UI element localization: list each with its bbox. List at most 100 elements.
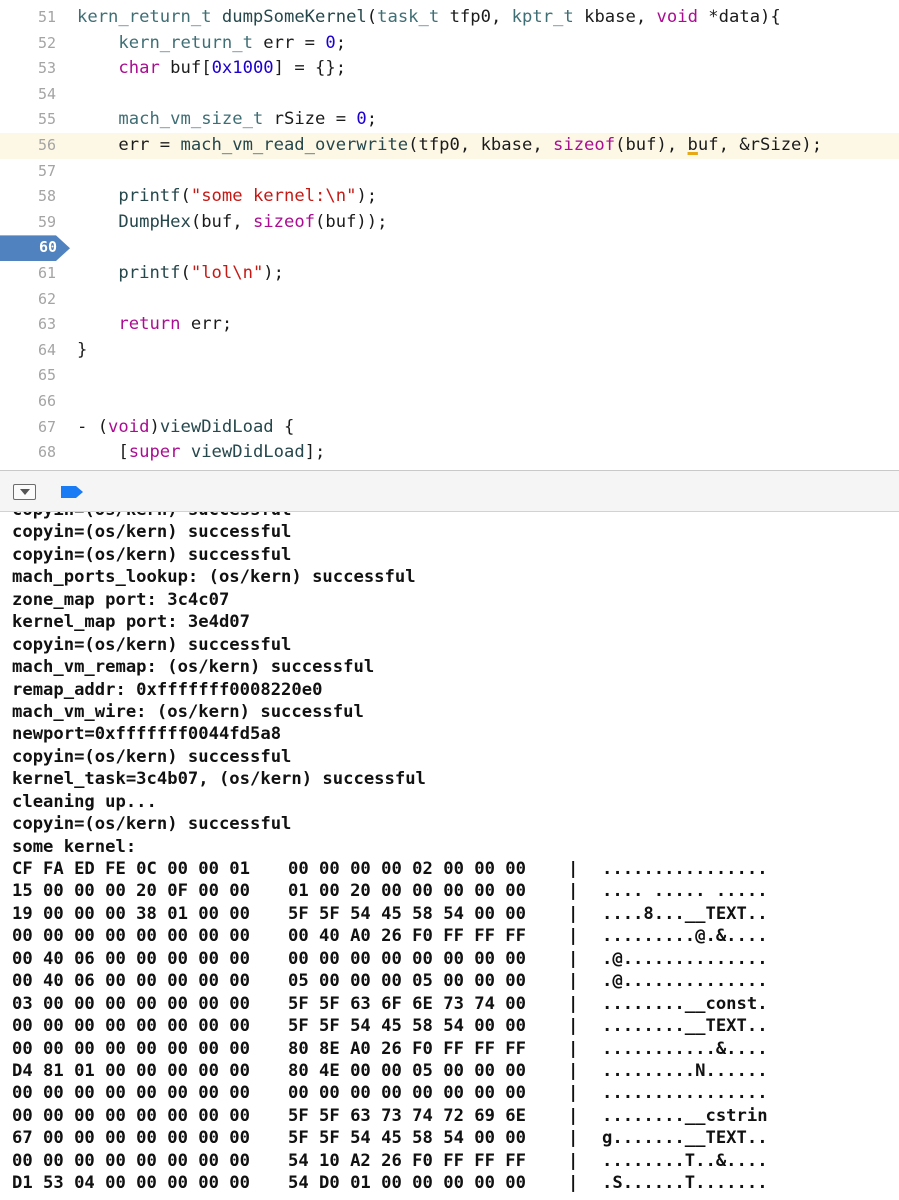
hex-dump-row: 00 00 00 00 00 00 00 00 54 10 A2 26 F0 FF… [12,1150,768,1172]
hex-ascii: ....8...__TEXT.. [602,903,768,924]
code-line-62[interactable]: 62 [0,287,899,313]
hex-bytes-high: 54 D0 01 00 00 00 00 00 [288,1173,526,1194]
console-line: remap_addr: 0xfffffff0008220e0 [12,679,323,700]
console-line: some kernel: [12,836,137,857]
hex-ascii: ........T..&.... [602,1150,768,1171]
code-line-56[interactable]: 56 err = mach_vm_read_overwrite(tfp0, kb… [0,133,899,159]
hex-bytes-low: D4 81 01 00 00 00 00 00 [12,1060,250,1081]
code-text: [super viewDidLoad]; [77,442,326,463]
line-number[interactable]: 64 [0,338,58,364]
line-number[interactable]: 57 [0,159,58,185]
hex-bytes-low: D1 53 04 00 00 00 00 00 [12,1173,250,1194]
hex-dump-row: 00 00 00 00 00 00 00 00 5F 5F 54 45 58 54… [12,1015,768,1037]
breakpoints-toggle-icon[interactable] [61,486,83,498]
code-text: char buf[0x1000] = {}; [118,58,347,79]
debug-bar [0,470,899,512]
hex-bytes-high: 5F 5F 54 45 58 54 00 00 [288,1128,526,1149]
hex-bytes-high: 5F 5F 63 6F 6E 73 74 00 [288,993,526,1014]
hex-ascii: ................ [602,1083,768,1104]
console-line: newport=0xfffffff0044fd5a8 [12,724,282,745]
hex-separator: | [568,903,579,924]
line-number[interactable]: 59 [0,210,58,236]
console-line: mach_vm_wire: (os/kern) successful [12,701,364,722]
hex-ascii: ................ [602,859,768,879]
console-line: mach_ports_lookup: (os/kern) successful [12,567,416,588]
code-line-66[interactable]: 66 [0,389,899,415]
hex-ascii: .... ..... ..... [602,881,768,902]
hex-separator: | [568,1083,579,1104]
hex-bytes-high: 00 00 00 00 00 00 00 00 [288,1083,526,1104]
code-line-60[interactable]: 60 [0,235,899,261]
hex-bytes-high: 00 00 00 00 02 00 00 00 [288,859,526,879]
hex-ascii: g.......__TEXT.. [602,1128,768,1149]
code-line-67[interactable]: 67 - (void)viewDidLoad { [0,415,899,441]
hex-bytes-high: 54 10 A2 26 F0 FF FF FF [288,1150,526,1171]
hex-dump-row: 19 00 00 00 38 01 00 00 5F 5F 54 45 58 54… [12,903,768,925]
hex-separator: | [568,926,579,947]
line-number[interactable]: 62 [0,287,58,313]
hex-dump-row: 00 00 00 00 00 00 00 00 5F 5F 63 73 74 72… [12,1105,768,1127]
hex-ascii: ...........&.... [602,1038,768,1059]
code-text: printf("some kernel:\n"); [118,186,378,207]
code-line-64[interactable]: 64} [0,338,899,364]
hex-bytes-high: 5F 5F 54 45 58 54 00 00 [288,1016,526,1037]
code-text: } [77,339,88,360]
hex-ascii: ........__cstrin [602,1105,768,1126]
source-editor[interactable]: 51 kern_return_t dumpSomeKernel(task_t tf… [0,0,899,470]
line-number[interactable]: 66 [0,389,58,415]
code-line-68[interactable]: 68 [super viewDidLoad]; [0,440,899,466]
console-line: copyin=(os/kern) successful [12,512,426,521]
code-line-51[interactable]: 51 kern_return_t dumpSomeKernel(task_t tf… [0,5,899,31]
hex-ascii: ........__TEXT.. [602,1016,768,1037]
code-line-53[interactable]: 53 char buf[0x1000] = {}; [0,56,899,82]
hex-separator: | [568,1016,579,1037]
code-line-52[interactable]: 52 kern_return_t err = 0; [0,31,899,57]
code-line-63[interactable]: 63 return err; [0,312,899,338]
line-number[interactable]: 58 [0,184,58,210]
hex-bytes-low: 00 00 00 00 00 00 00 00 [12,1105,250,1126]
code-text: DumpHex(buf, sizeof(buf)); [118,211,388,232]
code-line-58[interactable]: 58 printf("some kernel:\n"); [0,184,899,210]
hex-bytes-high: 5F 5F 54 45 58 54 00 00 [288,903,526,924]
code-line-59[interactable]: 59 DumpHex(buf, sizeof(buf)); [0,210,899,236]
line-number[interactable]: 53 [0,56,58,82]
line-number[interactable]: 55 [0,107,58,133]
code-line-61[interactable]: 61 printf("lol\n"); [0,261,899,287]
line-number[interactable]: 51 [0,5,58,31]
code-line-65[interactable]: 65 [0,363,899,389]
code-line-57[interactable]: 57 [0,159,899,185]
hex-separator: | [568,859,579,879]
console-log: copyin=(os/kern) successful copyin=(os/ke… [12,512,768,1195]
line-number[interactable]: 65 [0,363,58,389]
line-number[interactable]: 54 [0,82,58,108]
line-number[interactable]: 52 [0,31,58,57]
hex-dump-row: D1 53 04 00 00 00 00 00 54 D0 01 00 00 00… [12,1172,768,1194]
hex-bytes-low: 00 00 00 00 00 00 00 00 [12,1083,250,1104]
line-number[interactable]: 61 [0,261,58,287]
hex-bytes-low: 00 00 00 00 00 00 00 00 [12,1150,250,1171]
code-text: return err; [118,314,233,335]
hex-dump-row: 00 40 06 00 00 00 00 00 00 00 00 00 00 00… [12,948,768,970]
hex-dump-row: 00 00 00 00 00 00 00 00 00 00 00 00 00 00… [12,1082,768,1104]
hex-bytes-high: 00 40 A0 26 F0 FF FF FF [288,926,526,947]
breakpoint-marker[interactable]: 60 [0,235,70,261]
line-number[interactable]: 67 [0,415,58,441]
hex-bytes-low: 00 00 00 00 00 00 00 00 [12,926,250,947]
hex-bytes-high: 00 00 00 00 00 00 00 00 [288,948,526,969]
code-line-54[interactable]: 54 [0,82,899,108]
hex-dump-row: 00 00 00 00 00 00 00 00 00 40 A0 26 F0 FF… [12,925,768,947]
hex-bytes-high: 01 00 20 00 00 00 00 00 [288,881,526,902]
hex-bytes-low: 15 00 00 00 20 0F 00 00 [12,881,250,902]
code-text: - (void)viewDidLoad { [77,416,295,437]
hex-ascii: .........N...... [602,1060,768,1081]
hex-dump-row: 67 00 00 00 00 00 00 00 5F 5F 54 45 58 54… [12,1127,768,1149]
line-number[interactable]: 56 [0,133,58,159]
console-output[interactable]: copyin=(os/kern) successful copyin=(os/ke… [0,512,899,1200]
hex-bytes-low: 00 40 06 00 00 00 00 00 [12,948,250,969]
code-text: kern_return_t dumpSomeKernel(task_t tfp0… [77,7,781,27]
code-line-55[interactable]: 55 mach_vm_size_t rSize = 0; [0,107,899,133]
hide-debug-area-icon[interactable] [13,484,36,500]
line-number[interactable]: 63 [0,312,58,338]
line-number[interactable]: 68 [0,440,58,466]
console-line: kernel_task=3c4b07, (os/kern) successful [12,769,426,790]
